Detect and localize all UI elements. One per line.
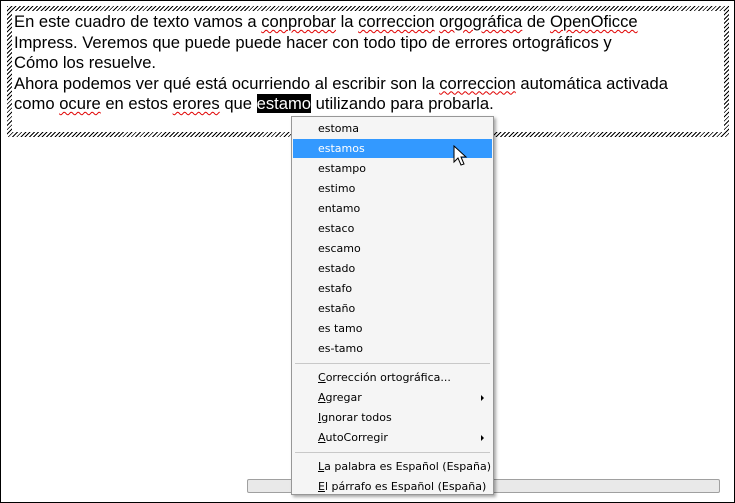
menu-action-item[interactable]: AutoCorregir [293,428,492,447]
suggestion-item[interactable]: estoma [293,119,492,138]
language-item[interactable]: La palabra es Español (España) [293,457,492,476]
text-segment: la [335,12,359,31]
menu-item-label: estimo [318,182,356,195]
menu-item-label: estoma [318,122,359,135]
misspelled-word[interactable]: correccion [358,12,435,31]
chevron-right-icon [481,435,484,441]
menu-action-item[interactable]: Agregar [293,388,492,407]
text-segment: en estos [100,94,173,113]
menu-item-label: estamos [318,142,365,155]
menu-item-label: estaño [318,302,356,315]
suggestion-item[interactable]: entamo [293,199,492,218]
spellcheck-context-menu: estoma estamos estampo estimo entamo estaco es… [291,116,494,495]
arrow-pointer-icon [453,145,468,166]
menu-item-label: escamo [318,242,361,255]
suggestion-item[interactable]: escamo [293,239,492,258]
text-line[interactable]: Ahora podemos ver qué está ocurriendo al… [14,74,726,95]
text-segment: Impress. Veremos que puede puede hacer c… [14,32,612,52]
text-segment: automática activada [515,73,668,93]
suggestion-item[interactable]: estafo [293,279,492,298]
text-segment: En este cuadro de texto vamos a [14,12,262,31]
menu-item-label: Agregar [318,391,362,404]
menu-item-label: estado [318,262,356,275]
menu-item-label: Ignorar todos [318,411,392,424]
menu-item-label: AutoCorregir [318,431,388,444]
suggestion-item[interactable]: estado [293,259,492,278]
text-line[interactable]: En este cuadro de texto vamos a conproba… [14,12,726,33]
misspelled-word[interactable]: OpenOficce [550,12,638,31]
menu-item-label: es tamo [318,322,363,335]
text-segment: Cómo los resuelve. [14,53,157,72]
text-segment: como [14,94,60,113]
menu-item-label: estafo [318,282,353,295]
misspelled-word[interactable]: ocure [59,94,101,113]
language-item[interactable]: El párrafo es Español (España) [293,477,492,496]
menu-item-label: es-tamo [318,342,363,355]
menu-action-item[interactable]: Ignorar todos [293,408,492,427]
text-box-content[interactable]: En este cuadro de texto vamos a conproba… [14,12,726,115]
suggestion-item[interactable]: estimo [293,179,492,198]
menu-item-label: La palabra es Español (España) [318,460,491,473]
chevron-right-icon [481,395,484,401]
suggestion-item[interactable]: es tamo [293,319,492,338]
menu-item-label: El párrafo es Español (España) [318,480,487,493]
text-line[interactable]: Cómo los resuelve. [14,53,726,74]
menu-item-label: Corrección ortográfica... [318,371,451,384]
menu-item-label: entamo [318,202,361,215]
text-segment: que [219,94,257,113]
text-segment: de [522,12,550,31]
menu-item-label: estaco [318,222,355,235]
menu-action-item[interactable]: Corrección ortográfica... [293,368,492,387]
menu-item-label: estampo [318,162,366,175]
text-line[interactable]: como ocure en estos erores que estamo ut… [14,94,726,115]
text-segment: Ahora podemos ver qué está ocurriendo al… [14,73,440,93]
selected-word[interactable]: estamo [256,94,312,113]
misspelled-word[interactable]: orgográfica [439,12,522,31]
misspelled-word[interactable]: conprobar [261,12,336,31]
menu-separator [295,452,490,453]
menu-separator [295,363,490,364]
suggestion-item[interactable]: estaco [293,219,492,238]
text-segment: utilizando para probarla. [311,94,494,113]
suggestion-item[interactable]: es-tamo [293,339,492,358]
text-line[interactable]: Impress. Veremos que puede puede hacer c… [14,33,726,54]
misspelled-word[interactable]: correccion [439,74,516,93]
misspelled-word[interactable]: erores [173,94,220,113]
suggestion-item[interactable]: estaño [293,299,492,318]
